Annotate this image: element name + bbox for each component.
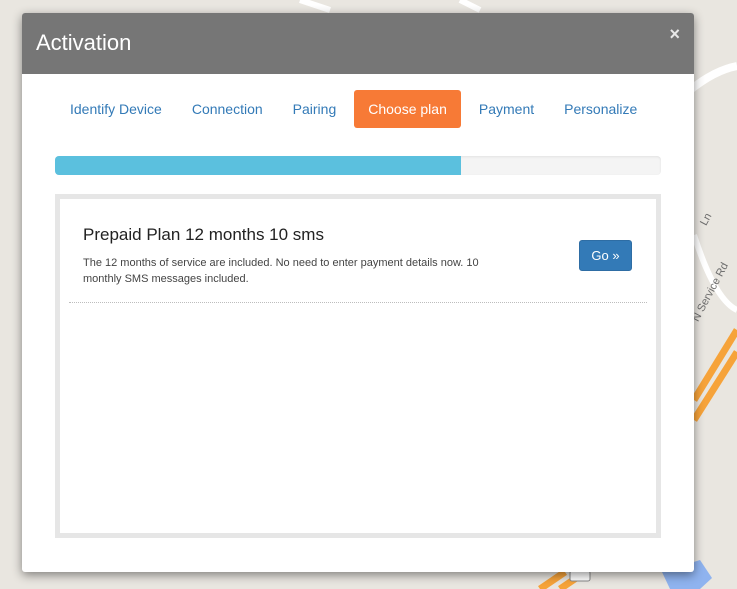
plan-list-item: Prepaid Plan 12 months 10 sms The 12 mon… xyxy=(69,199,647,303)
tab-personalize[interactable]: Personalize xyxy=(552,90,649,128)
wizard-tabs: Identify Device Connection Pairing Choos… xyxy=(58,90,655,128)
modal-title: Activation xyxy=(36,30,132,55)
close-icon[interactable]: × xyxy=(669,25,680,43)
tab-payment[interactable]: Payment xyxy=(467,90,546,128)
plan-title: Prepaid Plan 12 months 10 sms xyxy=(83,225,324,244)
tab-pairing[interactable]: Pairing xyxy=(281,90,349,128)
tab-connection[interactable]: Connection xyxy=(180,90,275,128)
plan-list-panel: Prepaid Plan 12 months 10 sms The 12 mon… xyxy=(55,194,661,538)
go-button[interactable]: Go » xyxy=(579,240,632,271)
progress-bar xyxy=(55,156,661,175)
tab-identify-device[interactable]: Identify Device xyxy=(58,90,174,128)
modal-header: Activation × xyxy=(22,13,694,74)
activation-modal: Activation × Identify Device Connection … xyxy=(22,13,694,572)
plan-description: The 12 months of service are included. N… xyxy=(83,257,479,285)
progress-bar-fill xyxy=(55,156,462,175)
tab-choose-plan[interactable]: Choose plan xyxy=(354,90,461,128)
